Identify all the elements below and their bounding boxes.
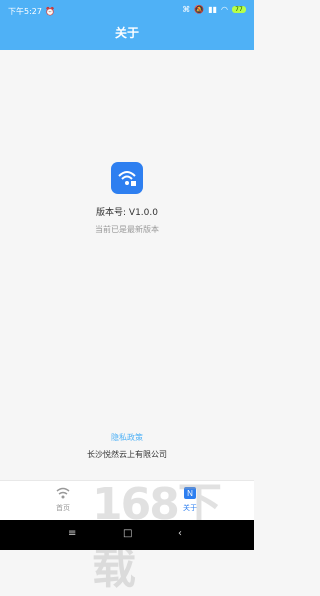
back-icon[interactable]: ‹	[178, 528, 182, 539]
wifi-lock-icon	[118, 171, 136, 186]
bluetooth-icon: ⌘	[182, 5, 191, 14]
home-icon[interactable]: □	[123, 528, 132, 539]
wifi-status-icon: ◠	[221, 5, 228, 14]
system-navigation-bar: ≡ □ ‹	[0, 520, 254, 550]
battery-indicator: 77	[232, 6, 246, 13]
company-name: 长沙悦然云上有限公司	[87, 450, 167, 459]
privacy-policy-link[interactable]: 隐私政策	[0, 432, 254, 443]
latest-version-text: 当前已是最新版本	[95, 225, 159, 234]
status-bar: 下午5:27 ⏰ ⌘ 🔕 ▮▮ ◠ 77	[0, 0, 254, 22]
tab-home-label: 首页	[56, 504, 70, 512]
mute-icon: 🔕	[194, 5, 205, 14]
status-time: 下午5:27	[8, 7, 42, 16]
menu-icon[interactable]: ≡	[68, 528, 76, 539]
tab-home[interactable]: 首页	[43, 485, 83, 513]
wifi-tab-icon	[56, 487, 70, 499]
main-content: 版本号: V1.0.0 当前已是最新版本 隐私政策 长沙悦然云上有限公司	[0, 50, 254, 480]
alarm-icon: ⏰	[44, 7, 55, 16]
app-header: 下午5:27 ⏰ ⌘ 🔕 ▮▮ ◠ 77 关于	[0, 0, 254, 50]
version-text: 版本号: V1.0.0	[96, 208, 158, 218]
page-title: 关于	[114, 26, 139, 40]
app-logo	[111, 162, 143, 194]
signal-icon: ▮▮	[208, 5, 218, 14]
